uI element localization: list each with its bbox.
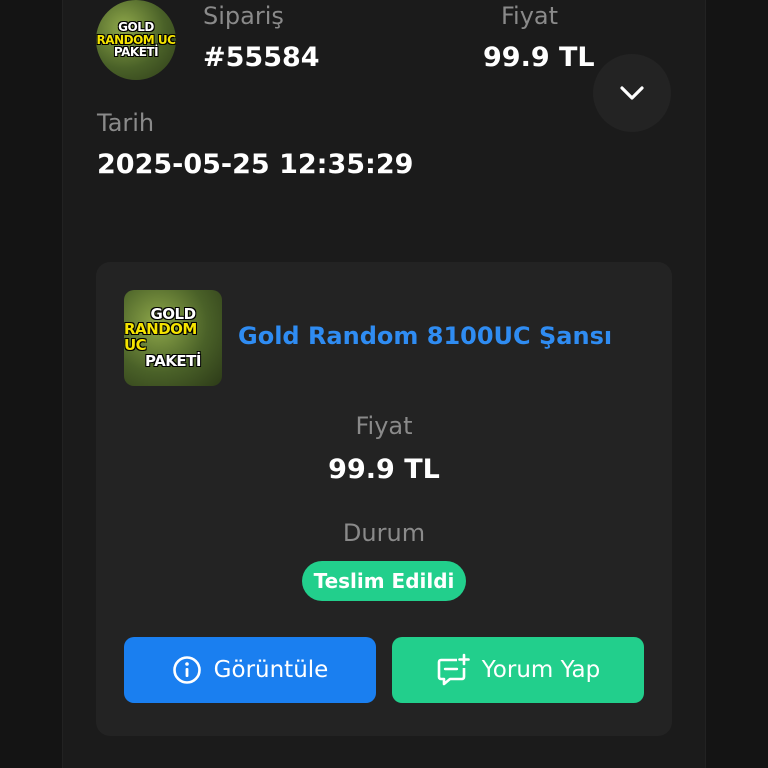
- thumbnail-text-line: PAKETİ: [113, 45, 159, 60]
- product-title-link[interactable]: Gold Random 8100UC Şansı: [238, 322, 612, 350]
- view-button-label: Görüntüle: [213, 657, 329, 683]
- review-button[interactable]: Yorum Yap: [392, 637, 644, 703]
- order-price: 99.9 TL: [483, 42, 595, 73]
- view-button[interactable]: Görüntüle: [124, 637, 376, 703]
- thumbnail-text-line: PAKETİ: [145, 351, 201, 370]
- status-label: Durum: [342, 519, 426, 547]
- thumbnail-text-line: GOLD: [118, 20, 154, 35]
- order-date-label: Tarih: [97, 109, 155, 137]
- product-price-label: Fiyat: [355, 412, 413, 440]
- order-number-label: Sipariş: [203, 2, 284, 30]
- review-button-label: Yorum Yap: [481, 657, 601, 683]
- status-badge-text: Teslim Edildi: [313, 569, 455, 593]
- order-date: 2025-05-25 12:35:29: [97, 149, 414, 180]
- order-price-label: Fiyat: [501, 2, 559, 30]
- add-comment-icon: [437, 653, 470, 686]
- product-thumbnail: GOLD RANDOM UC PAKETİ: [124, 290, 222, 386]
- product-price: 99.9 TL: [328, 454, 440, 485]
- expand-toggle-button[interactable]: [593, 54, 671, 132]
- status-badge: Teslim Edildi: [302, 561, 466, 601]
- order-thumbnail: GOLD RANDOM UC PAKETİ: [96, 0, 176, 80]
- order-number: #55584: [203, 42, 320, 73]
- thumbnail-text-line: RANDOM UC: [124, 320, 197, 354]
- info-icon: [172, 656, 201, 684]
- chevron-down-icon: [620, 86, 644, 100]
